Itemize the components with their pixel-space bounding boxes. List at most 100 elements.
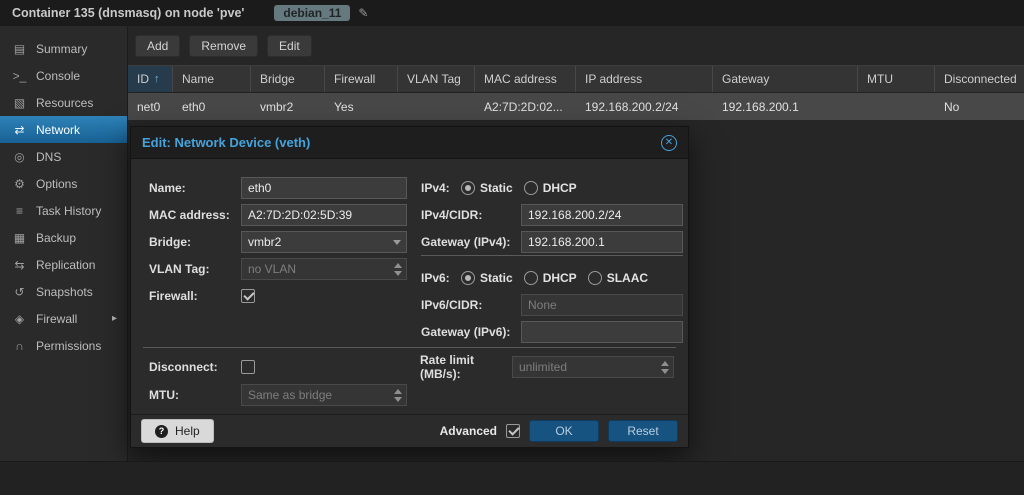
- sidebar-item-label: Permissions: [36, 339, 101, 353]
- sidebar-item-task-history[interactable]: ≡ Task History: [0, 197, 127, 224]
- summary-icon: ▤: [12, 42, 27, 56]
- sidebar-item-permissions[interactable]: ∩ Permissions: [0, 332, 127, 359]
- ok-button[interactable]: OK: [529, 420, 599, 442]
- spinner-arrows-icon[interactable]: [390, 385, 406, 405]
- vlan-tag-spinner[interactable]: [241, 258, 407, 280]
- snapshots-icon: ↺: [12, 285, 27, 299]
- ipv4-cidr-label: IPv4/CIDR:: [421, 208, 521, 222]
- help-button[interactable]: ? Help: [141, 419, 214, 443]
- ipv6-cidr-label: IPv6/CIDR:: [421, 298, 521, 312]
- submenu-arrow-icon: ▸: [112, 313, 117, 324]
- sidebar-item-options[interactable]: ⚙ Options: [0, 170, 127, 197]
- sidebar-item-label: Summary: [36, 42, 87, 56]
- bridge-select[interactable]: [241, 231, 407, 253]
- column-header-gateway[interactable]: Gateway: [713, 66, 858, 92]
- gateway-ipv6-input[interactable]: [521, 321, 683, 343]
- ipv6-slaac-radio[interactable]: [588, 271, 602, 285]
- cell-bridge: vmbr2: [251, 100, 325, 114]
- dialog-title: Edit: Network Device (veth): [142, 135, 310, 150]
- column-header-mac-address[interactable]: MAC address: [475, 66, 576, 92]
- table-header: ID ↑ Name Bridge Firewall VLAN Tag MAC a…: [128, 65, 1024, 93]
- dialog-right-column: IPv4: Static DHCP IPv4/CIDR: Gateway (IP…: [421, 177, 683, 348]
- permissions-icon: ∩: [12, 339, 27, 353]
- column-header-id[interactable]: ID ↑: [128, 66, 173, 92]
- edit-button[interactable]: Edit: [267, 35, 312, 57]
- network-toolbar: Add Remove Edit: [128, 26, 1024, 65]
- ipv6-static-radio[interactable]: [461, 271, 475, 285]
- question-mark-icon: ?: [155, 425, 168, 438]
- ipv4-mode-label: IPv4:: [421, 181, 461, 195]
- dialog-titlebar[interactable]: Edit: Network Device (veth) ✕: [131, 127, 688, 159]
- rate-limit-spinner[interactable]: [512, 356, 674, 378]
- advanced-section-divider: [143, 347, 676, 348]
- column-header-bridge[interactable]: Bridge: [251, 66, 325, 92]
- ipv4-dhcp-radio[interactable]: [524, 181, 538, 195]
- sidebar-item-label: Network: [36, 123, 80, 137]
- sidebar-item-snapshots[interactable]: ↺ Snapshots: [0, 278, 127, 305]
- cell-mac-address: A2:7D:2D:02...: [475, 100, 576, 114]
- gateway-ipv4-label: Gateway (IPv4):: [421, 235, 521, 249]
- gateway-ipv4-input[interactable]: [521, 231, 683, 253]
- console-icon: >_: [12, 69, 27, 83]
- os-tag-badge[interactable]: debian_11: [274, 5, 350, 21]
- add-button[interactable]: Add: [135, 35, 180, 57]
- remove-button[interactable]: Remove: [189, 35, 258, 57]
- spinner-arrows-icon[interactable]: [390, 259, 406, 279]
- ipv6-cidr-input[interactable]: [521, 294, 683, 316]
- ipv4-cidr-input[interactable]: [521, 204, 683, 226]
- sidebar-item-label: Resources: [36, 96, 93, 110]
- sidebar-item-network[interactable]: ⇄ Network: [0, 116, 127, 143]
- ipv6-mode-label: IPv6:: [421, 271, 461, 285]
- sidebar-item-label: Options: [36, 177, 77, 191]
- ipv4-static-radio[interactable]: [461, 181, 475, 195]
- mtu-spinner[interactable]: [241, 384, 407, 406]
- backup-icon: ▦: [12, 231, 27, 245]
- ipv6-slaac-label: SLAAC: [607, 271, 648, 285]
- sidebar-item-label: Backup: [36, 231, 76, 245]
- sidebar-item-dns[interactable]: ◎ DNS: [0, 143, 127, 170]
- sidebar-item-label: Task History: [36, 204, 101, 218]
- advanced-label: Advanced: [440, 424, 497, 438]
- column-header-vlan-tag[interactable]: VLAN Tag: [398, 66, 475, 92]
- close-icon[interactable]: ✕: [661, 135, 677, 151]
- ipv6-static-label: Static: [480, 271, 513, 285]
- dns-icon: ◎: [12, 150, 27, 164]
- column-header-name[interactable]: Name: [173, 66, 251, 92]
- reset-button[interactable]: Reset: [608, 420, 678, 442]
- help-button-label: Help: [175, 424, 200, 438]
- column-header-ip-address[interactable]: IP address: [576, 66, 713, 92]
- disconnect-checkbox[interactable]: [241, 360, 255, 374]
- ipv6-dhcp-radio[interactable]: [524, 271, 538, 285]
- column-header-mtu[interactable]: MTU: [858, 66, 935, 92]
- options-gear-icon: ⚙: [12, 177, 27, 191]
- sidebar-item-backup[interactable]: ▦ Backup: [0, 224, 127, 251]
- network-icon: ⇄: [12, 123, 27, 137]
- dialog-left-column: Name: MAC address: Bridge: VLAN Tag:: [149, 177, 407, 312]
- column-header-disconnected[interactable]: Disconnected: [935, 66, 1024, 92]
- sidebar-item-firewall[interactable]: ◈ Firewall ▸: [0, 305, 127, 332]
- dialog-advanced-rows: Disconnect: Rate limit (MB/s): MTU:: [149, 356, 681, 412]
- sidebar-item-replication[interactable]: ⇆ Replication: [0, 251, 127, 278]
- mac-address-label: MAC address:: [149, 208, 241, 222]
- edit-network-device-dialog: Edit: Network Device (veth) ✕ Name: MAC …: [130, 126, 689, 448]
- spinner-arrows-icon[interactable]: [657, 357, 673, 377]
- column-header-firewall[interactable]: Firewall: [325, 66, 398, 92]
- disconnect-label: Disconnect:: [149, 360, 241, 374]
- sidebar-item-resources[interactable]: ▧ Resources: [0, 89, 127, 116]
- sidebar-item-console[interactable]: >_ Console: [0, 62, 127, 89]
- replication-icon: ⇆: [12, 258, 27, 272]
- firewall-checkbox[interactable]: [241, 289, 255, 303]
- gateway-ipv6-label: Gateway (IPv6):: [421, 325, 521, 339]
- advanced-checkbox[interactable]: [506, 424, 520, 438]
- sidebar-item-summary[interactable]: ▤ Summary: [0, 35, 127, 62]
- firewall-label: Firewall:: [149, 289, 241, 303]
- table-row-net0[interactable]: net0 eth0 vmbr2 Yes A2:7D:2D:02... 192.1…: [128, 93, 1024, 120]
- mac-address-input[interactable]: [241, 204, 407, 226]
- name-input[interactable]: [241, 177, 407, 199]
- edit-tag-pencil-icon[interactable]: ✎: [358, 6, 368, 20]
- cell-id: net0: [128, 100, 173, 114]
- task-history-icon: ≡: [12, 204, 27, 218]
- ipv6-section-divider: [421, 255, 683, 256]
- dialog-body: Name: MAC address: Bridge: VLAN Tag:: [131, 159, 688, 414]
- chevron-down-icon[interactable]: [393, 240, 401, 245]
